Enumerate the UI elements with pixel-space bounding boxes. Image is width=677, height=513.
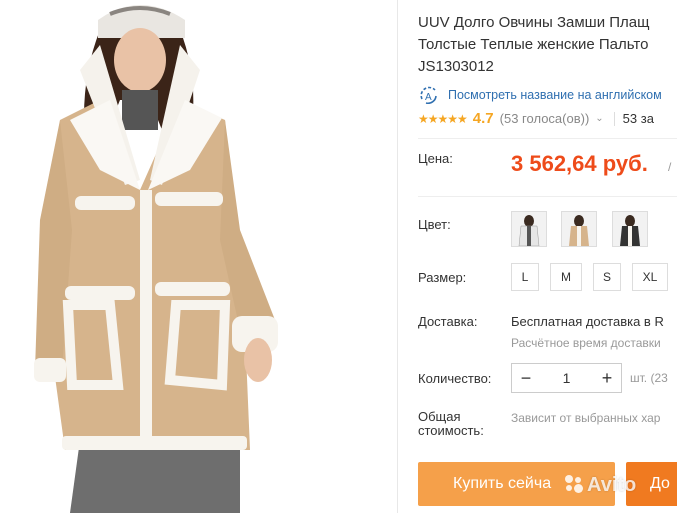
rating-votes[interactable]: (53 голоса(ов)) bbox=[500, 111, 590, 126]
total-label: Общая стоимость: bbox=[418, 410, 484, 438]
product-info-panel: UUV Долго Овчины Замши Плащ Толстые Тепл… bbox=[398, 0, 677, 513]
product-title-line-1: UUV Долго Овчины Замши Плащ bbox=[418, 14, 650, 31]
shipping-value[interactable]: Бесплатная доставка в R bbox=[511, 314, 664, 329]
total-label-line-2: стоимость: bbox=[418, 423, 484, 438]
separator-line bbox=[418, 138, 677, 139]
translate-link[interactable]: A Посмотреть название на английском bbox=[418, 86, 662, 104]
shipping-time: Расчётное время доставки bbox=[511, 336, 661, 350]
size-option-s[interactable]: S bbox=[593, 263, 621, 291]
quantity-decrease-button[interactable]: − bbox=[512, 368, 540, 389]
product-photo-illustration bbox=[0, 0, 397, 513]
color-swatch-3[interactable] bbox=[612, 211, 648, 247]
size-option-m[interactable]: M bbox=[550, 263, 582, 291]
color-swatch-2[interactable] bbox=[561, 211, 597, 247]
price-unit-slash: / bbox=[668, 160, 672, 174]
product-photo[interactable] bbox=[0, 0, 397, 513]
rating-value: 4.7 bbox=[472, 110, 494, 127]
rating-separator bbox=[613, 111, 615, 126]
svg-text:A: A bbox=[425, 92, 432, 103]
product-title: UUV Долго Овчины Замши Плащ Толстые Тепл… bbox=[418, 12, 677, 78]
translate-link-label: Посмотреть название на английском bbox=[448, 88, 662, 102]
color-swatch-image bbox=[562, 212, 596, 246]
shipping-label: Доставка: bbox=[418, 314, 478, 329]
quantity-increase-button[interactable]: + bbox=[593, 368, 621, 389]
price-value: 3 562,64 руб. bbox=[511, 151, 648, 176]
color-label: Цвет: bbox=[418, 217, 451, 232]
size-option-l[interactable]: L bbox=[511, 263, 539, 291]
quantity-label: Количество: bbox=[418, 371, 492, 386]
rating-stars: ★★★★★ bbox=[418, 111, 468, 126]
size-label: Размер: bbox=[418, 270, 467, 285]
avito-watermark: Avito bbox=[565, 474, 636, 497]
separator-line bbox=[418, 196, 677, 197]
orders-count: 53 за bbox=[622, 111, 654, 126]
product-sku: JS1303012 bbox=[418, 58, 494, 75]
product-title-line-2: Толстые Теплые женские Пальто bbox=[418, 36, 649, 53]
color-swatch-1[interactable] bbox=[511, 211, 547, 247]
rating-row: ★★★★★ 4.7 (53 голоса(ов)) ⌄ 53 за bbox=[418, 110, 654, 127]
color-swatch-image bbox=[512, 212, 546, 246]
avito-watermark-text: Avito bbox=[587, 474, 637, 496]
total-label-line-1: Общая bbox=[418, 409, 461, 424]
quantity-input[interactable]: 1 bbox=[540, 370, 593, 386]
color-swatch-image bbox=[613, 212, 647, 246]
quantity-stepper: − 1 + bbox=[511, 363, 622, 393]
chevron-down-icon[interactable]: ⌄ bbox=[595, 113, 603, 124]
translate-icon: A bbox=[420, 86, 437, 104]
price-label: Цена: bbox=[418, 151, 453, 166]
size-option-xl[interactable]: XL bbox=[632, 263, 668, 291]
avito-logo-icon bbox=[565, 475, 583, 493]
quantity-unit: шт. (23 bbox=[630, 371, 668, 385]
total-value: Зависит от выбранных хар bbox=[511, 411, 661, 425]
